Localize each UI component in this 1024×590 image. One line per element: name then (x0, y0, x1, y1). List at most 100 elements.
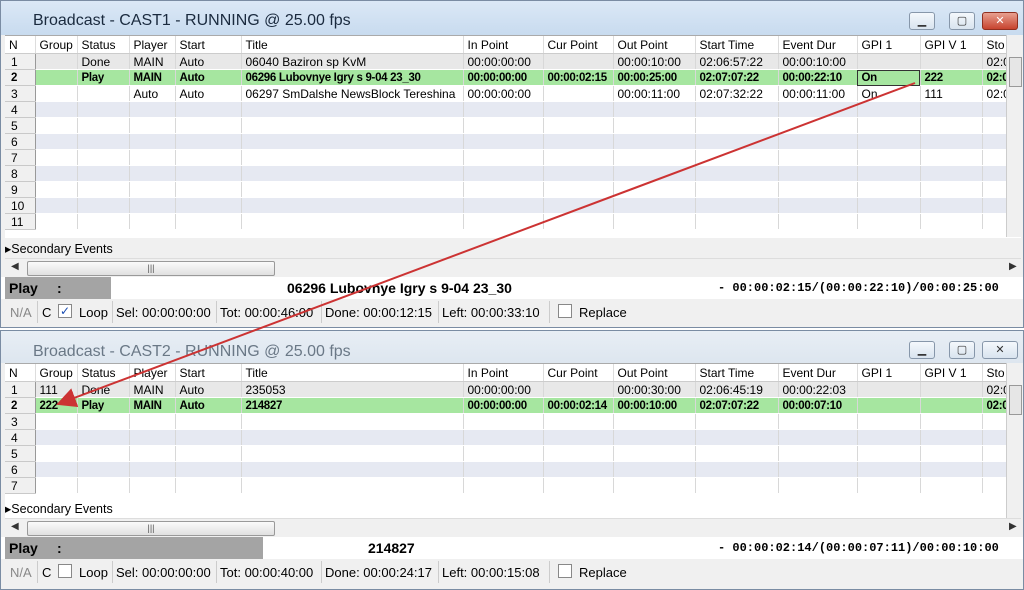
cell-cur[interactable] (543, 381, 614, 398)
cell-out[interactable] (613, 461, 696, 478)
cell-n[interactable]: 4 (5, 429, 36, 446)
secondary-events-toggle[interactable]: ▸Secondary Events (5, 501, 113, 517)
secondary-events-toggle[interactable]: ▸Secondary Events (5, 241, 113, 257)
cell-gpiv[interactable] (920, 213, 983, 230)
cell-out[interactable] (613, 101, 696, 118)
grip-icon[interactable]: ||| (27, 261, 275, 276)
cell-group[interactable] (35, 445, 78, 462)
cell-n[interactable]: 10 (5, 197, 36, 214)
cell-out[interactable]: 00:00:10:00 (613, 53, 696, 70)
cell-gpiv[interactable] (920, 101, 983, 118)
cell-gpi[interactable] (857, 445, 921, 462)
cell-player[interactable] (129, 133, 176, 150)
cell-n[interactable]: 2 (5, 397, 36, 414)
cell-dur[interactable] (778, 101, 858, 118)
cell-start[interactable] (175, 213, 242, 230)
column-header[interactable]: Title (241, 36, 464, 54)
cell-title[interactable]: 06040 Baziron sp KvM (241, 53, 464, 70)
table-row[interactable]: 7 (5, 477, 1021, 494)
cell-n[interactable]: 1 (5, 53, 36, 70)
cell-group[interactable] (35, 165, 78, 182)
cell-out[interactable] (613, 413, 696, 430)
cell-gpi[interactable] (857, 165, 921, 182)
cell-cur[interactable] (543, 429, 614, 446)
column-header[interactable]: Start (175, 36, 242, 54)
cell-gpiv[interactable] (920, 429, 983, 446)
cell-out[interactable] (613, 165, 696, 182)
cell-cur[interactable] (543, 461, 614, 478)
cell-dur[interactable] (778, 445, 858, 462)
cell-stime[interactable] (695, 461, 779, 478)
c-button[interactable]: C (42, 565, 51, 580)
cell-in[interactable] (463, 429, 544, 446)
cell-n[interactable]: 7 (5, 477, 36, 494)
cell-title[interactable] (241, 429, 464, 446)
table-row[interactable]: 2 Play MAIN Auto 06296 Lubovnye Igry s 9-04 … (5, 69, 1021, 86)
cell-start[interactable]: Auto (175, 53, 242, 70)
cell-group[interactable] (35, 413, 78, 430)
cell-gpi[interactable] (857, 429, 921, 446)
cell-stime[interactable] (695, 413, 779, 430)
cell-start[interactable]: Auto (175, 397, 242, 414)
cell-dur[interactable]: 00:00:10:00 (778, 53, 858, 70)
cell-player[interactable]: MAIN (129, 397, 176, 414)
cell-in[interactable] (463, 197, 544, 214)
cell-status[interactable] (77, 85, 130, 102)
cell-dur[interactable] (778, 429, 858, 446)
cell-in[interactable] (463, 213, 544, 230)
cell-title[interactable]: 06296 Lubovnye Igry s 9-04 23_30 (241, 69, 464, 86)
cell-gpiv[interactable] (920, 165, 983, 182)
cell-start[interactable] (175, 101, 242, 118)
cell-out[interactable] (613, 181, 696, 198)
cell-n[interactable]: 5 (5, 445, 36, 462)
close-icon[interactable]: ✕ (982, 341, 1018, 359)
cell-stime[interactable] (695, 165, 779, 182)
column-header[interactable]: Status (77, 364, 130, 382)
cell-cur[interactable] (543, 165, 614, 182)
cell-cur[interactable] (543, 445, 614, 462)
table-row[interactable]: 6 (5, 461, 1021, 478)
column-header[interactable]: Group (35, 36, 78, 54)
cell-cur[interactable] (543, 101, 614, 118)
cell-gpi[interactable] (857, 461, 921, 478)
cell-group[interactable] (35, 117, 78, 134)
cell-start[interactable] (175, 413, 242, 430)
cell-title[interactable] (241, 101, 464, 118)
cell-stime[interactable] (695, 197, 779, 214)
cell-group[interactable] (35, 429, 78, 446)
cell-cur[interactable] (543, 133, 614, 150)
cell-start[interactable] (175, 445, 242, 462)
cell-start[interactable] (175, 149, 242, 166)
c-button[interactable]: C (42, 305, 51, 320)
cell-status[interactable]: Done (77, 381, 130, 398)
cell-stime[interactable] (695, 117, 779, 134)
cell-n[interactable]: 6 (5, 461, 36, 478)
scroll-left-icon[interactable]: ◀ (11, 521, 19, 532)
cell-status[interactable] (77, 117, 130, 134)
grip-icon[interactable]: ||| (27, 521, 275, 536)
cell-status[interactable] (77, 133, 130, 150)
cell-out[interactable]: 00:00:10:00 (613, 397, 696, 414)
cell-stime[interactable] (695, 213, 779, 230)
minimize-icon[interactable]: ▁ (909, 12, 935, 30)
cell-gpi[interactable]: On (857, 85, 921, 102)
cell-group[interactable] (35, 213, 78, 230)
horizontal-scrollbar[interactable]: ◀ ||| ▶ (5, 518, 1021, 536)
cell-gpiv[interactable] (920, 477, 983, 494)
cell-in[interactable]: 00:00:00:00 (463, 53, 544, 70)
cell-dur[interactable] (778, 477, 858, 494)
cell-stime[interactable]: 02:07:07:22 (695, 397, 779, 414)
cell-gpiv[interactable] (920, 117, 983, 134)
cell-status[interactable] (77, 445, 130, 462)
column-header[interactable]: Player (129, 36, 176, 54)
cell-dur[interactable]: 00:00:11:00 (778, 85, 858, 102)
cell-out[interactable] (613, 445, 696, 462)
cell-start[interactable] (175, 117, 242, 134)
cell-status[interactable] (77, 181, 130, 198)
cell-gpi[interactable] (857, 477, 921, 494)
replace-checkbox[interactable] (558, 304, 572, 318)
cell-in[interactable]: 00:00:00:00 (463, 85, 544, 102)
title-bar[interactable]: Broadcast - CAST2 - RUNNING @ 25.00 fps … (1, 331, 1023, 363)
cell-in[interactable] (463, 181, 544, 198)
cell-gpiv[interactable] (920, 197, 983, 214)
